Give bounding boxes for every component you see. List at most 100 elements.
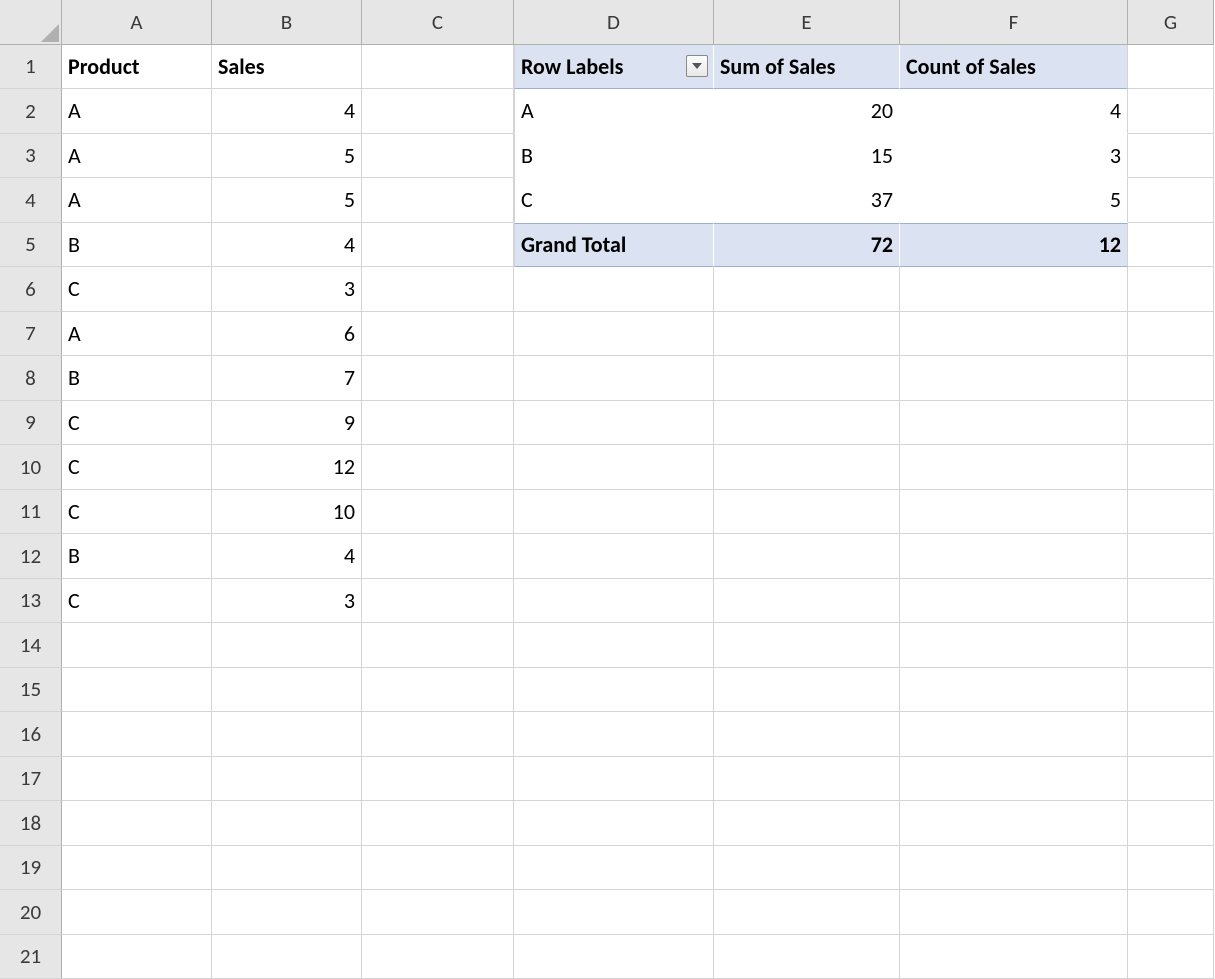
cell-B17[interactable]: [212, 757, 362, 802]
row-header-2[interactable]: 2: [0, 89, 62, 134]
cell-G16[interactable]: [1128, 712, 1214, 757]
cell-E16[interactable]: [714, 712, 900, 757]
column-header-G[interactable]: G: [1128, 0, 1214, 45]
cell-F9[interactable]: [900, 401, 1128, 446]
cell-B10[interactable]: 12: [212, 445, 362, 490]
pivot-header-count[interactable]: Count of Sales: [900, 45, 1128, 90]
cell-E6[interactable]: [714, 267, 900, 312]
cell-G20[interactable]: [1128, 890, 1214, 935]
cell-D13[interactable]: [514, 579, 714, 624]
pivot-row-count-0[interactable]: 4: [900, 89, 1128, 134]
row-header-3[interactable]: 3: [0, 134, 62, 179]
cell-C2[interactable]: [362, 89, 514, 134]
cell-B6[interactable]: 3: [212, 267, 362, 312]
cell-C7[interactable]: [362, 312, 514, 357]
cell-G3[interactable]: [1128, 134, 1214, 179]
cell-E18[interactable]: [714, 801, 900, 846]
cell-A12[interactable]: B: [62, 534, 212, 579]
cell-B9[interactable]: 9: [212, 401, 362, 446]
cell-G14[interactable]: [1128, 623, 1214, 668]
cell-D8[interactable]: [514, 356, 714, 401]
cell-C17[interactable]: [362, 757, 514, 802]
cell-G10[interactable]: [1128, 445, 1214, 490]
cell-B11[interactable]: 10: [212, 490, 362, 535]
cell-F12[interactable]: [900, 534, 1128, 579]
cell-A17[interactable]: [62, 757, 212, 802]
row-header-13[interactable]: 13: [0, 579, 62, 624]
cell-A18[interactable]: [62, 801, 212, 846]
cell-B3[interactable]: 5: [212, 134, 362, 179]
cell-B7[interactable]: 6: [212, 312, 362, 357]
cell-B21[interactable]: [212, 935, 362, 979]
cell-C12[interactable]: [362, 534, 514, 579]
cell-A13[interactable]: C: [62, 579, 212, 624]
cell-F19[interactable]: [900, 846, 1128, 891]
row-header-14[interactable]: 14: [0, 623, 62, 668]
cell-G7[interactable]: [1128, 312, 1214, 357]
cell-B8[interactable]: 7: [212, 356, 362, 401]
cell-F8[interactable]: [900, 356, 1128, 401]
cell-G9[interactable]: [1128, 401, 1214, 446]
pivot-row-count-1[interactable]: 3: [900, 134, 1128, 179]
cell-E9[interactable]: [714, 401, 900, 446]
pivot-row-label-0[interactable]: A: [514, 89, 714, 134]
cell-D10[interactable]: [514, 445, 714, 490]
cell-C10[interactable]: [362, 445, 514, 490]
select-all-corner[interactable]: [0, 0, 62, 45]
cell-D6[interactable]: [514, 267, 714, 312]
cell-E19[interactable]: [714, 846, 900, 891]
cell-D16[interactable]: [514, 712, 714, 757]
row-header-20[interactable]: 20: [0, 890, 62, 935]
cell-E13[interactable]: [714, 579, 900, 624]
cell-F15[interactable]: [900, 668, 1128, 713]
cell-C6[interactable]: [362, 267, 514, 312]
cell-F18[interactable]: [900, 801, 1128, 846]
cell-A11[interactable]: C: [62, 490, 212, 535]
cell-C8[interactable]: [362, 356, 514, 401]
cell-D11[interactable]: [514, 490, 714, 535]
cell-D21[interactable]: [514, 935, 714, 979]
cell-C4[interactable]: [362, 178, 514, 223]
cell-G19[interactable]: [1128, 846, 1214, 891]
row-header-15[interactable]: 15: [0, 668, 62, 713]
cell-G21[interactable]: [1128, 935, 1214, 979]
cell-E17[interactable]: [714, 757, 900, 802]
cell-A21[interactable]: [62, 935, 212, 979]
cell-G12[interactable]: [1128, 534, 1214, 579]
cell-C15[interactable]: [362, 668, 514, 713]
cell-B5[interactable]: 4: [212, 223, 362, 268]
cell-E14[interactable]: [714, 623, 900, 668]
row-header-12[interactable]: 12: [0, 534, 62, 579]
cell-G17[interactable]: [1128, 757, 1214, 802]
cell-C14[interactable]: [362, 623, 514, 668]
cell-C16[interactable]: [362, 712, 514, 757]
cell-B12[interactable]: 4: [212, 534, 362, 579]
cell-D12[interactable]: [514, 534, 714, 579]
column-header-F[interactable]: F: [900, 0, 1128, 45]
row-header-6[interactable]: 6: [0, 267, 62, 312]
cell-C5[interactable]: [362, 223, 514, 268]
cell-D18[interactable]: [514, 801, 714, 846]
cell-E8[interactable]: [714, 356, 900, 401]
row-header-1[interactable]: 1: [0, 45, 62, 90]
cell-F13[interactable]: [900, 579, 1128, 624]
cell-A16[interactable]: [62, 712, 212, 757]
cell-D15[interactable]: [514, 668, 714, 713]
cell-A6[interactable]: C: [62, 267, 212, 312]
cell-F21[interactable]: [900, 935, 1128, 979]
cell-D17[interactable]: [514, 757, 714, 802]
cell-A19[interactable]: [62, 846, 212, 891]
cell-A2[interactable]: A: [62, 89, 212, 134]
row-header-16[interactable]: 16: [0, 712, 62, 757]
column-header-A[interactable]: A: [62, 0, 212, 45]
pivot-total-sum[interactable]: 72: [714, 223, 900, 268]
column-header-C[interactable]: C: [362, 0, 514, 45]
cell-F17[interactable]: [900, 757, 1128, 802]
cell-D20[interactable]: [514, 890, 714, 935]
cell-C18[interactable]: [362, 801, 514, 846]
cell-C3[interactable]: [362, 134, 514, 179]
row-header-11[interactable]: 11: [0, 490, 62, 535]
pivot-total-label[interactable]: Grand Total: [514, 223, 714, 268]
cell-G6[interactable]: [1128, 267, 1214, 312]
cell-A5[interactable]: B: [62, 223, 212, 268]
